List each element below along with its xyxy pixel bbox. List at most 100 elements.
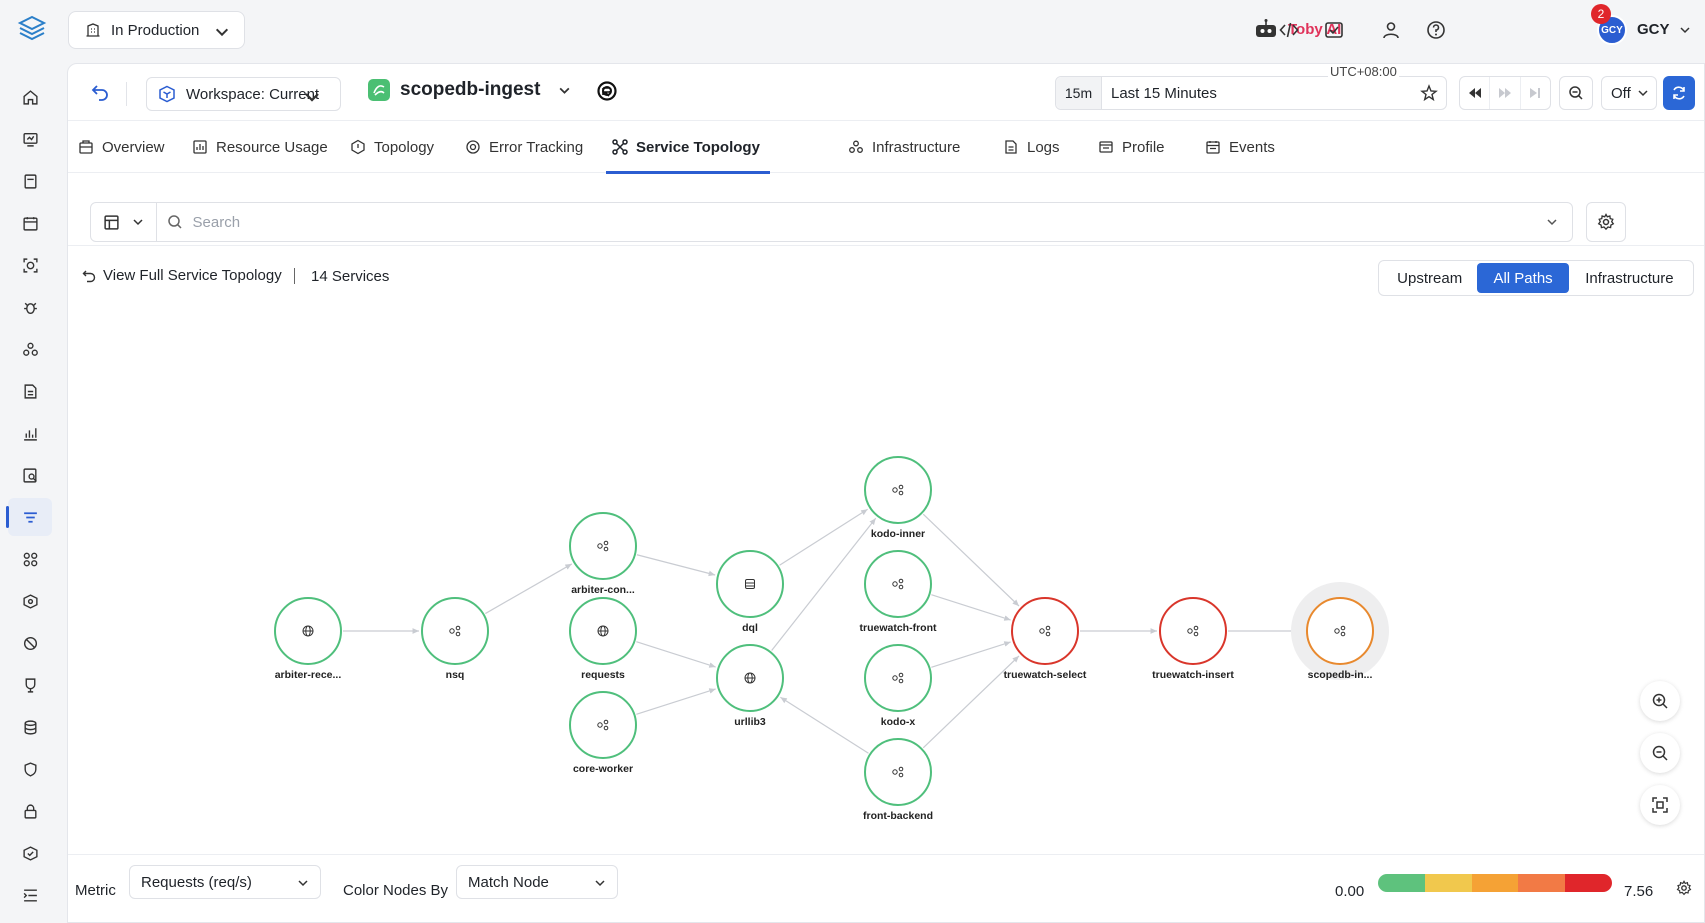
filter-settings-button[interactable] [1586,202,1626,242]
sidebar-box-icon[interactable] [8,582,52,620]
topology-node[interactable]: dql [716,550,784,634]
time-zoom-out-button[interactable] [1559,76,1593,110]
sidebar-metrics-icon[interactable] [8,414,52,452]
tab-logs[interactable]: Logs [1003,121,1060,173]
search-input[interactable] [192,213,1393,231]
app-logo-icon[interactable] [17,14,47,44]
topology-edge[interactable] [485,563,573,615]
star-icon[interactable] [1420,84,1438,102]
time-range-short[interactable]: 15m [1056,77,1102,109]
topology-node[interactable]: truewatch-front [860,550,938,634]
node-circle[interactable] [1159,597,1227,665]
sidebar-apm-icon[interactable] [6,498,52,536]
rewind-button[interactable] [1460,77,1491,109]
back-button[interactable] [90,82,110,107]
tab-topology[interactable]: Topology [350,121,434,173]
sidebar-trophy-icon[interactable] [8,666,52,704]
user-profile-icon[interactable] [1380,19,1402,41]
sidebar-notes-icon[interactable] [8,162,52,200]
node-circle[interactable] [864,550,932,618]
tab-service-topology[interactable]: Service Topology [606,121,770,174]
topology-edge[interactable] [636,641,716,668]
time-range-picker[interactable]: 15m Last 15 Minutes [1055,76,1447,110]
topology-edge[interactable] [636,554,716,577]
topology-node[interactable]: front-backend [863,738,933,822]
fit-view-button[interactable] [1640,785,1680,825]
tab-profile[interactable]: Profile [1098,121,1165,173]
task-check-icon[interactable] [1323,19,1345,41]
mode-upstream-button[interactable]: Upstream [1382,263,1477,293]
sidebar-shield-icon[interactable] [8,750,52,788]
filter-view-select[interactable] [91,203,157,241]
sidebar-calendar-icon[interactable] [8,204,52,242]
skip-to-end-button[interactable] [1521,77,1550,109]
sidebar-apps-icon[interactable] [8,540,52,578]
environment-select[interactable]: In Production [68,11,245,49]
service-topology-graph[interactable]: arbiter-rece... nsq arbiter-con... requests… [68,304,1705,844]
mode-infrastructure-button[interactable]: Infrastructure [1569,263,1690,293]
topology-edge[interactable] [931,641,1011,668]
node-circle[interactable] [1011,597,1079,665]
topology-node[interactable]: truewatch-insert [1152,597,1234,681]
sidebar-lock-icon[interactable] [8,792,52,830]
topology-node[interactable]: truewatch-select [1004,597,1087,681]
sidebar-home-icon[interactable] [8,78,52,116]
topology-node[interactable]: requests [569,597,637,681]
topology-node[interactable]: scopedb-in... [1291,582,1389,681]
sidebar-scan-icon[interactable] [8,246,52,284]
chevron-down-icon[interactable] [1679,24,1691,36]
color-scale-segment [1471,874,1519,892]
tab-infrastructure[interactable]: Infrastructure [848,121,960,173]
sidebar-dashboard-icon[interactable] [8,120,52,158]
node-circle[interactable] [421,597,489,665]
topology-edge[interactable] [931,594,1011,621]
sidebar-check-shield-icon[interactable] [8,834,52,872]
topology-node[interactable]: kodo-x [864,644,932,728]
color-by-select[interactable]: Match Node [456,865,618,899]
service-select[interactable]: scopedb-ingest [368,79,571,101]
topology-edge[interactable] [779,508,868,566]
auto-refresh-select[interactable]: Off [1601,76,1657,110]
node-circle[interactable] [864,644,932,712]
sidebar-cluster-icon[interactable] [8,330,52,368]
workspace-select[interactable]: Workspace: Current [146,77,341,111]
tab-events[interactable]: Events [1205,121,1275,173]
topology-node[interactable]: arbiter-con... [569,512,637,596]
sidebar-search-doc-icon[interactable] [8,456,52,494]
sidebar-collapse-icon[interactable] [8,876,52,914]
topology-edge[interactable] [636,688,716,715]
topology-edge[interactable] [922,513,1020,607]
topology-node[interactable]: kodo-inner [864,456,932,540]
notification-badge[interactable]: 2 [1591,4,1611,24]
topology-node[interactable]: urllib3 [716,644,784,728]
mode-all-paths-button[interactable]: All Paths [1477,263,1569,293]
node-circle[interactable] [569,691,637,759]
fast-forward-button[interactable] [1490,77,1521,109]
code-icon[interactable] [1278,19,1300,41]
topology-node[interactable]: arbiter-rece... [274,597,342,681]
node-circle[interactable] [864,456,932,524]
node-circle[interactable] [569,512,637,580]
view-full-topology-link[interactable]: View Full Service Topology [82,267,282,284]
chevron-down-icon[interactable] [1546,216,1558,228]
metric-select[interactable]: Requests (req/s) [129,865,321,899]
help-icon[interactable] [1425,19,1447,41]
zoom-in-button[interactable] [1640,681,1680,721]
node-circle[interactable] [1306,597,1374,665]
topology-edge[interactable] [780,696,869,754]
tab-overview[interactable]: Overview [78,121,165,173]
sidebar-database-icon[interactable] [8,708,52,746]
sidebar-pill-icon[interactable] [8,624,52,662]
refresh-button[interactable] [1663,76,1695,110]
sidebar-bug-icon[interactable] [8,288,52,326]
topology-node[interactable]: core-worker [569,691,637,775]
zoom-out-button[interactable] [1640,733,1680,773]
tab-error-tracking[interactable]: Error Tracking [465,121,583,173]
topology-node[interactable]: nsq [421,597,489,681]
node-circle[interactable] [716,550,784,618]
gear-icon[interactable] [1676,880,1692,896]
user-name[interactable]: GCY [1637,21,1670,38]
sidebar-document-icon[interactable] [8,372,52,410]
node-circle[interactable] [864,738,932,806]
tab-resource-usage[interactable]: Resource Usage [192,121,328,173]
